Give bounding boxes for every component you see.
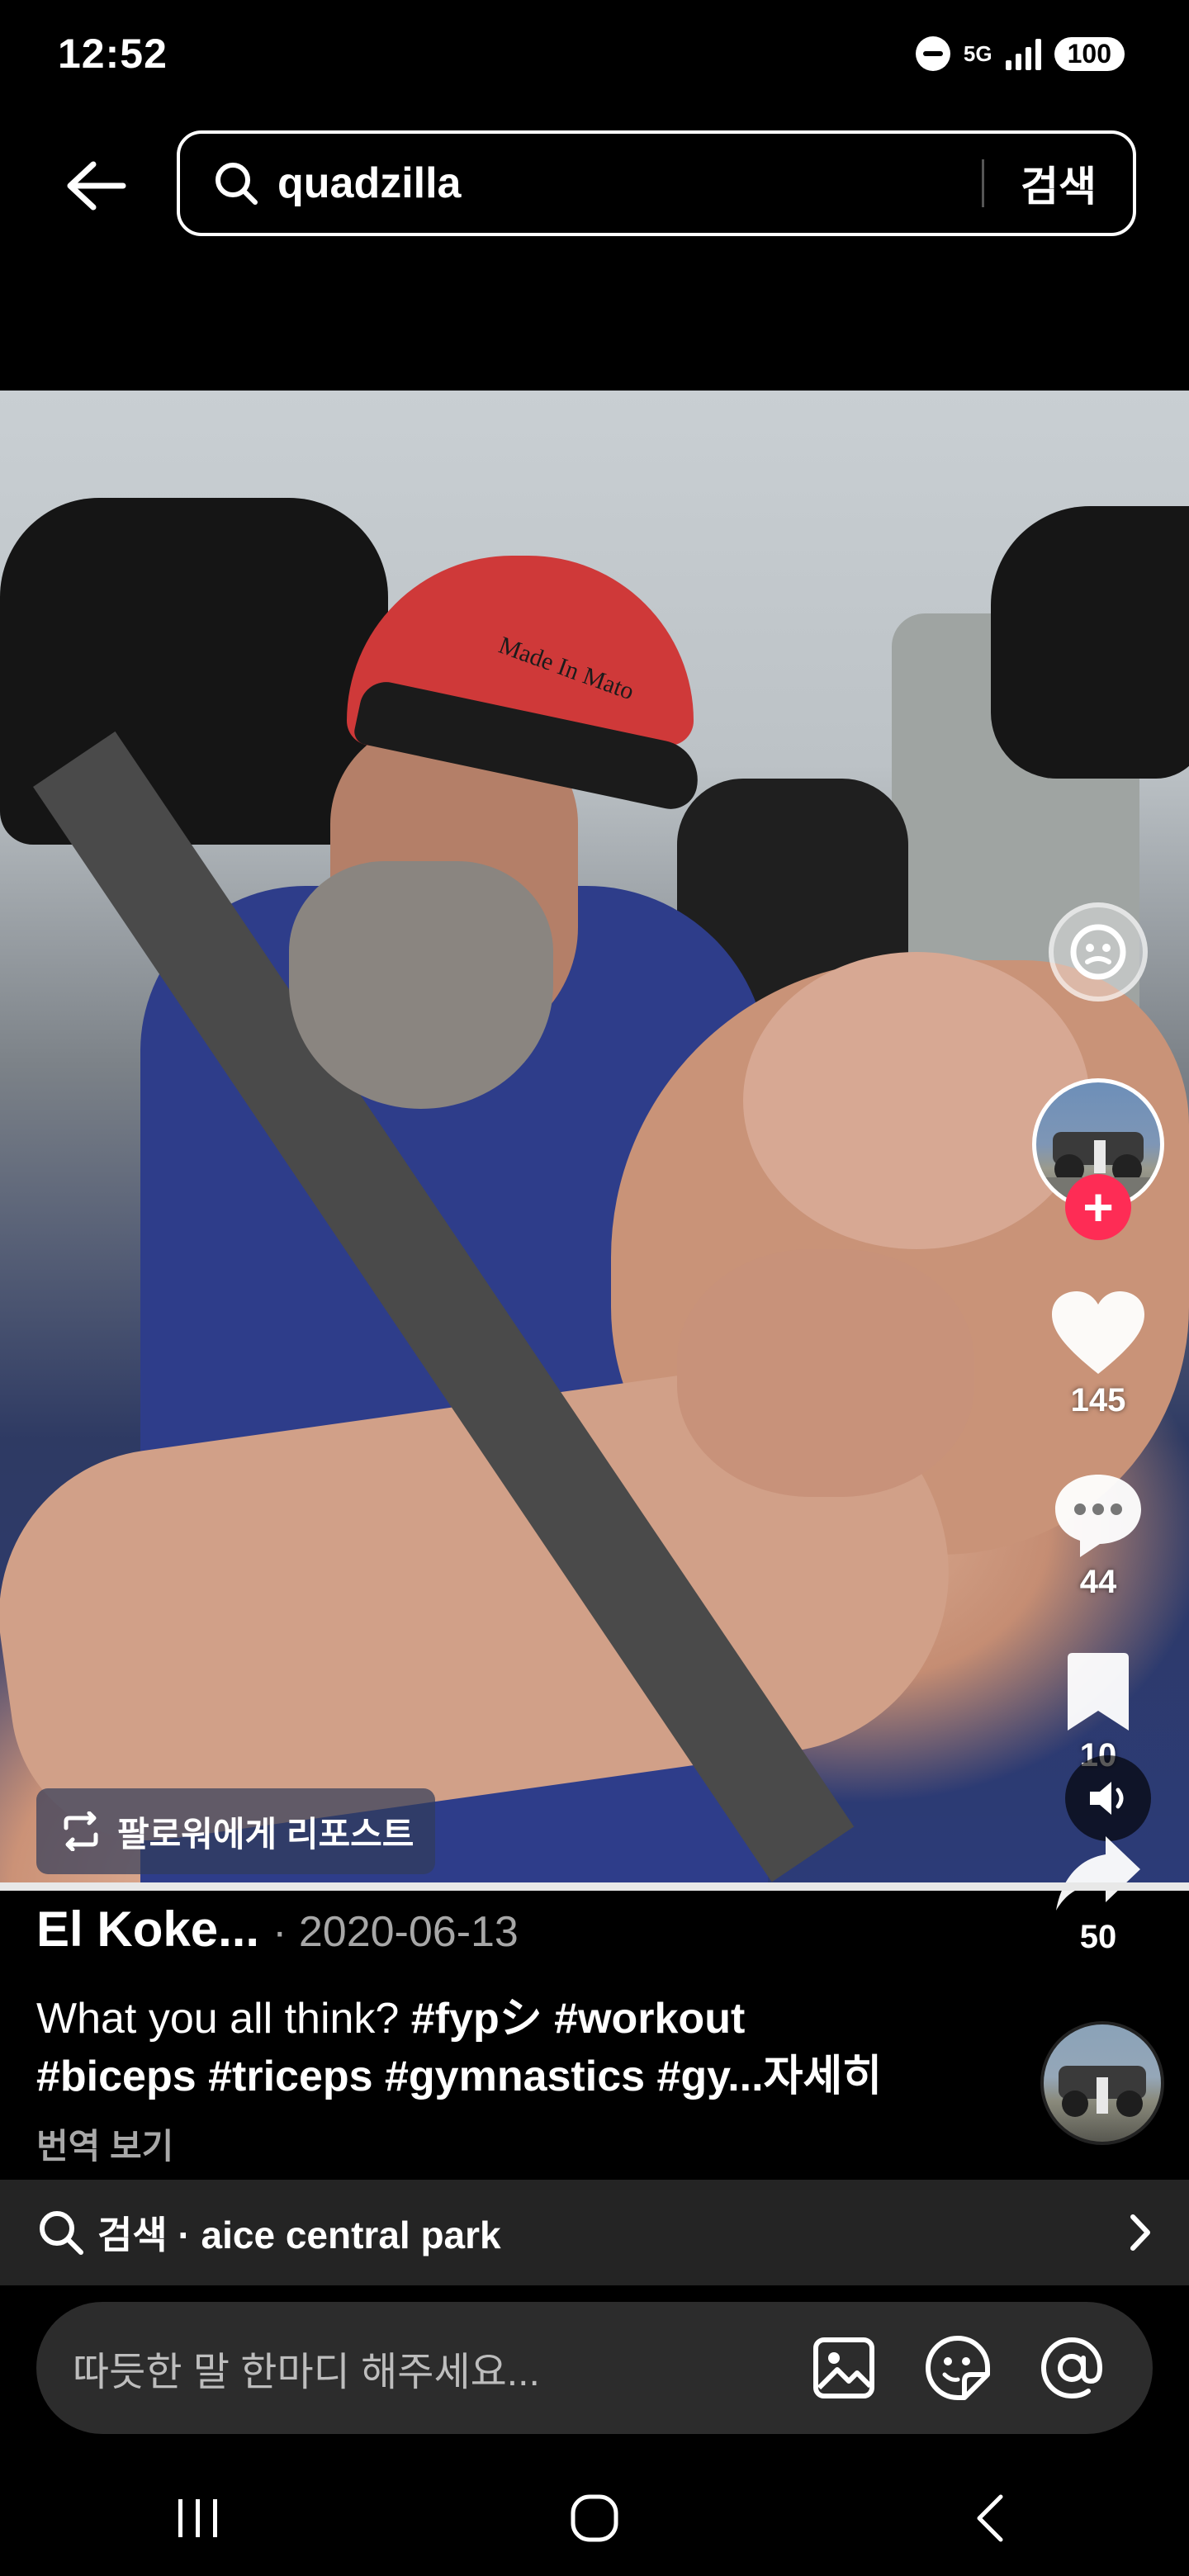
- hand: [677, 1249, 974, 1497]
- post-date: · 2020-06-13: [272, 1908, 519, 1956]
- chevron-right-icon: [1130, 2214, 1150, 2251]
- search-input[interactable]: quadzilla: [277, 159, 982, 208]
- back-button[interactable]: [58, 149, 132, 223]
- follow-button[interactable]: +: [1065, 1174, 1131, 1240]
- plus-icon: +: [1082, 1177, 1114, 1237]
- search-submit-button[interactable]: 검색: [984, 154, 1133, 213]
- back-arrow-icon: [67, 161, 126, 211]
- search-icon: [40, 2211, 83, 2255]
- effect-button[interactable]: [1049, 902, 1148, 1002]
- heart-icon: [1052, 1291, 1144, 1374]
- like-count: 145: [1070, 1382, 1126, 1418]
- system-back-icon: [977, 2494, 1003, 2542]
- related-search-bar[interactable]: 검색 · aice central park: [0, 2180, 1189, 2285]
- recent-apps-icon: [178, 2499, 217, 2537]
- comment-input[interactable]: 따듯한 말 한마디 해주세요...: [73, 2339, 811, 2397]
- volume-icon: [1090, 1782, 1124, 1815]
- share-count: 50: [1079, 1919, 1117, 1955]
- share-icon: [1056, 1836, 1140, 1911]
- mention-button[interactable]: [1039, 2335, 1105, 2401]
- home-icon: [571, 2494, 618, 2542]
- system-nav-bar: [0, 2460, 1189, 2576]
- emoji-effect-icon: [1070, 924, 1126, 980]
- repost-icon: [64, 1811, 98, 1851]
- sticker-icon: [926, 2336, 990, 2400]
- comment-button[interactable]: 44: [1032, 1470, 1164, 1601]
- translate-link[interactable]: 번역 보기: [36, 2119, 173, 2169]
- bookmark-icon: [1068, 1653, 1129, 1731]
- image-button[interactable]: [811, 2335, 877, 2401]
- comment-icon: [1055, 1475, 1141, 1557]
- like-button[interactable]: 145: [1032, 1288, 1164, 1419]
- caption[interactable]: What you all think? #fypシ #workout #bice…: [36, 1990, 969, 2105]
- music-avatar-image: [1059, 2066, 1146, 2117]
- beard: [289, 861, 553, 1109]
- caption-more-link[interactable]: 자세히: [764, 2053, 883, 2100]
- battery-indicator: 100: [1054, 36, 1125, 71]
- sticker-button[interactable]: [925, 2335, 991, 2401]
- share-button[interactable]: 50: [1032, 1833, 1164, 1956]
- bicep: [743, 952, 1090, 1249]
- system-back-button[interactable]: [941, 2477, 1040, 2559]
- status-icons: 5G 100: [915, 33, 1125, 74]
- caption-hashtags-line1[interactable]: #fypシ #workout: [411, 1995, 746, 2043]
- repost-button[interactable]: 팔로워에게 리포스트: [36, 1788, 436, 1874]
- caption-hashtags-line2[interactable]: #biceps #triceps #gymnastics #gy...: [36, 2053, 764, 2100]
- volume-button[interactable]: [1065, 1755, 1151, 1841]
- comment-input-bar[interactable]: 따듯한 말 한마디 해주세요...: [36, 2302, 1153, 2434]
- video-player[interactable]: Made In Mato: [0, 391, 1189, 1889]
- comment-count: 44: [1079, 1564, 1117, 1600]
- repost-label: 팔로워에게 리포스트: [117, 1814, 414, 1854]
- related-search-text: 검색 · aice central park: [97, 2214, 501, 2256]
- author-name[interactable]: El Koke...: [36, 1901, 259, 1958]
- search-icon: [213, 159, 263, 208]
- search-bar[interactable]: quadzilla 검색: [177, 130, 1136, 236]
- headrest-right: [991, 506, 1189, 779]
- mention-icon: [1040, 2337, 1103, 2399]
- music-disc-avatar[interactable]: [1040, 2021, 1164, 2145]
- video-progress-bar[interactable]: [0, 1882, 1189, 1891]
- image-icon: [813, 2337, 874, 2398]
- do-not-disturb-icon: [915, 36, 950, 71]
- signal-icon: [1005, 37, 1041, 70]
- author-line: El Koke... · 2020-06-13: [36, 1901, 519, 1958]
- network-type: 5G: [963, 41, 992, 66]
- recent-apps-button[interactable]: [149, 2477, 248, 2559]
- caption-text: What you all think?: [36, 1995, 411, 2043]
- home-button[interactable]: [545, 2477, 644, 2559]
- status-time: 12:52: [58, 31, 168, 77]
